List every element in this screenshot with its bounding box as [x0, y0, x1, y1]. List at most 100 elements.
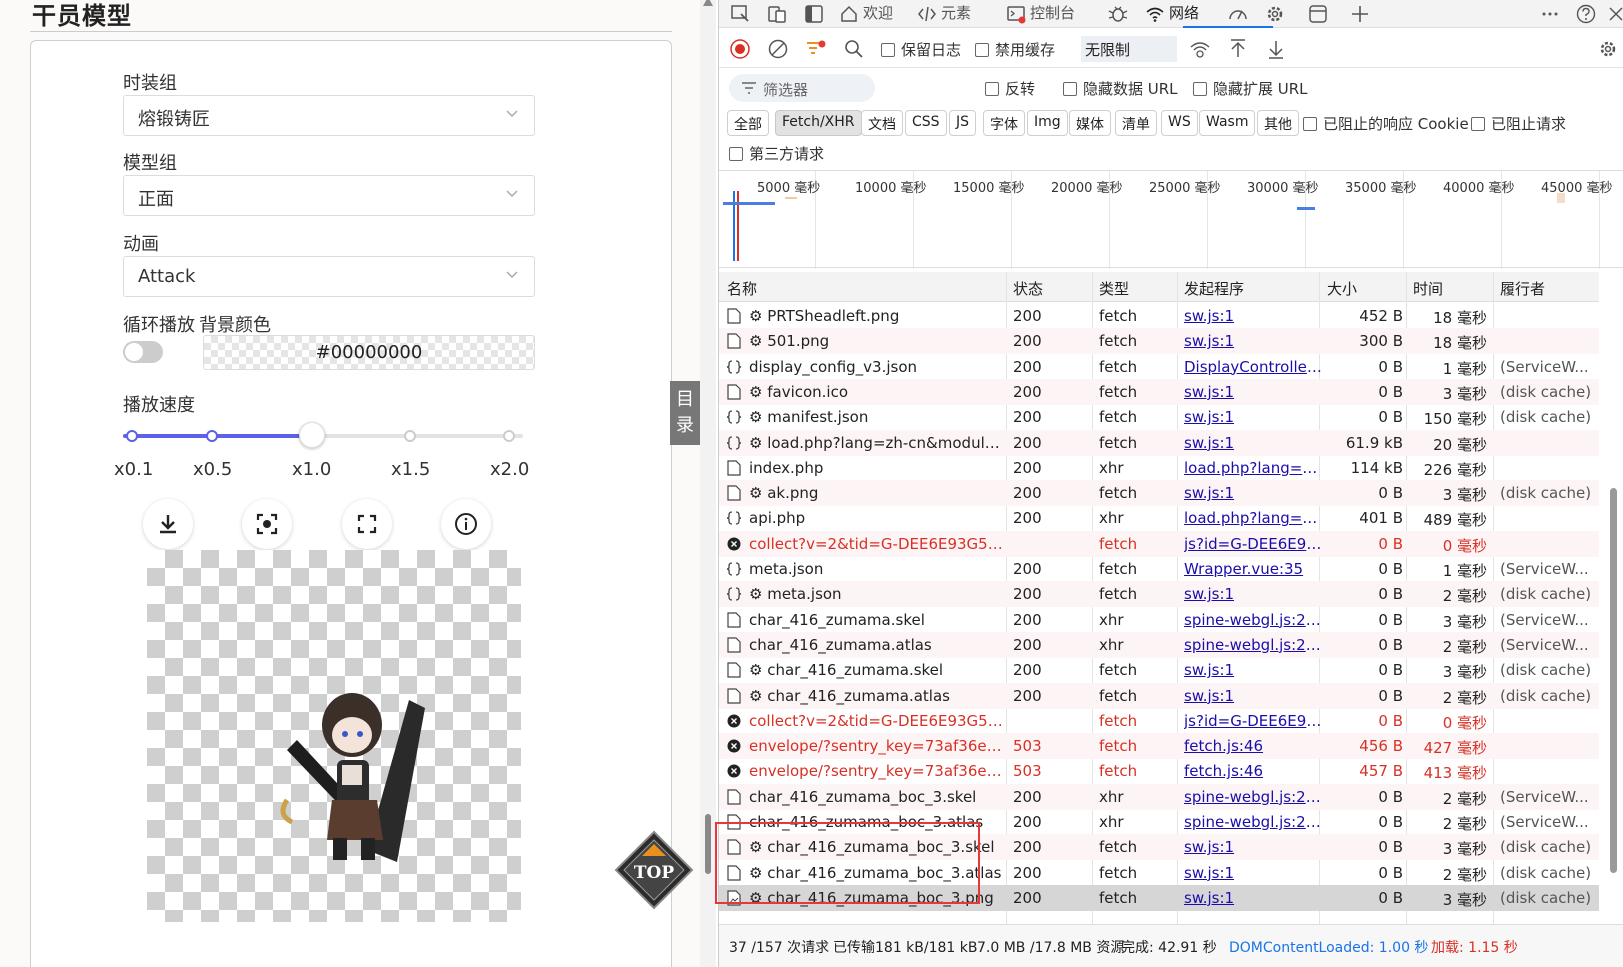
request-initiator-link[interactable]: load.php?lang=zh-cn& — [1184, 459, 1324, 477]
model-group-select[interactable]: 正面 — [123, 175, 535, 216]
blocked-cookies-checkbox[interactable]: 已阻止的响应 Cookie — [1303, 113, 1469, 134]
filter-input[interactable]: 筛选器 — [729, 74, 875, 102]
scroll-up-arrow[interactable] — [703, 0, 713, 6]
chip-ws[interactable]: WS — [1161, 110, 1198, 136]
invert-checkbox[interactable]: 反转 — [985, 78, 1035, 99]
request-initiator-link[interactable]: sw.js:1 — [1184, 332, 1324, 350]
table-scroll-thumb[interactable] — [1610, 488, 1617, 873]
table-scrollbar[interactable] — [1607, 300, 1619, 924]
outfit-select[interactable]: 熔锻铸匠 — [123, 95, 535, 136]
checkbox[interactable] — [1193, 81, 1207, 96]
timeline-overview[interactable]: 5000 毫秒 10000 毫秒 15000 毫秒 20000 毫秒 25000 毫秒 3… — [719, 170, 1623, 269]
col-time[interactable]: 时间 — [1413, 278, 1443, 299]
request-initiator-link[interactable]: fetch.js:46 — [1184, 737, 1324, 755]
checkbox[interactable] — [985, 81, 999, 96]
more-icon[interactable] — [1539, 3, 1561, 25]
request-initiator-link[interactable]: spine-webgl.js:2819 — [1184, 611, 1324, 629]
request-initiator-link[interactable]: spine-webgl.js:2802 — [1184, 813, 1324, 831]
clear-icon[interactable] — [767, 38, 789, 60]
checkbox[interactable] — [881, 42, 895, 57]
request-initiator-link[interactable]: sw.js:1 — [1184, 838, 1324, 856]
slider-stop[interactable] — [126, 430, 138, 442]
chip-media[interactable]: 媒体 — [1069, 110, 1111, 136]
network-conditions-icon[interactable] — [1189, 38, 1211, 60]
table-row[interactable]: ⚙ ak.png 200 fetch sw.js:1 0 B 3 毫秒 (disk cach… — [719, 480, 1599, 507]
request-initiator-link[interactable]: spine-webgl.js:2802 — [1184, 636, 1324, 654]
checkbox[interactable] — [1471, 116, 1485, 131]
animation-select[interactable]: Attack — [123, 256, 535, 297]
chip-all[interactable]: 全部 — [727, 110, 769, 136]
chip-doc[interactable]: 文档 — [861, 110, 903, 136]
tab-network[interactable]: 网络 — [1145, 2, 1199, 26]
device-icon[interactable] — [766, 3, 788, 25]
table-row[interactable]: ⚙ manifest.json 200 fetch sw.js:1 0 B 150 毫秒 (… — [719, 404, 1599, 430]
table-row[interactable]: index.php 200 xhr load.php?lang=zh-cn&114 k… — [719, 455, 1599, 481]
col-fulfilled-by[interactable]: 履行者 — [1500, 278, 1545, 299]
tab-elements[interactable]: 元素 — [917, 2, 971, 26]
request-initiator-link[interactable]: sw.js:1 — [1184, 434, 1324, 452]
filter-errors-icon[interactable] — [805, 38, 827, 60]
chip-img[interactable]: Img — [1027, 110, 1068, 136]
checkbox[interactable] — [729, 146, 743, 161]
chip-font[interactable]: 字体 — [983, 110, 1025, 136]
request-initiator-link[interactable]: sw.js:1 — [1184, 383, 1324, 401]
col-size[interactable]: 大小 — [1327, 278, 1357, 299]
request-initiator-link[interactable]: DisplayController.ts:1( — [1184, 358, 1324, 376]
request-initiator-link[interactable]: sw.js:1 — [1184, 661, 1324, 679]
table-row[interactable]: ⚙ PRTSheadleft.png 200 fetch sw.js:1 452 B 18… — [719, 303, 1599, 329]
sidebar-icon[interactable] — [803, 3, 825, 25]
table-row[interactable]: ⚙ 501.png 200 fetch sw.js:1 300 B 18 毫秒 — [719, 328, 1599, 355]
checkbox[interactable] — [1303, 116, 1317, 131]
chip-fetch-xhr[interactable]: Fetch/XHR — [775, 110, 862, 136]
request-initiator-link[interactable]: js?id=G-DEE6E93G5M — [1184, 535, 1324, 553]
request-initiator-link[interactable]: sw.js:1 — [1184, 484, 1324, 502]
request-initiator-link[interactable]: sw.js:1 — [1184, 307, 1324, 325]
toc-tab[interactable]: 目录 — [670, 381, 700, 445]
table-row[interactable]: ⚙ char_416_zumama.atlas 200 fetch sw.js:1 0 … — [719, 682, 1599, 709]
col-initiator[interactable]: 发起程序 — [1184, 278, 1244, 299]
third-party-checkbox[interactable]: 第三方请求 — [729, 143, 824, 164]
loop-toggle[interactable] — [123, 341, 163, 363]
request-initiator-link[interactable]: fetch.js:46 — [1184, 762, 1324, 780]
table-row[interactable]: display_config_v3.json 200 fetch DisplayCon… — [719, 354, 1599, 380]
checkbox[interactable] — [975, 42, 989, 57]
table-row[interactable]: ⚙ meta.json 200 fetch sw.js:1 0 B 2 毫秒 (disk c… — [719, 581, 1599, 608]
bg-color-input[interactable]: #00000000 — [203, 335, 535, 370]
performance-icon[interactable] — [1227, 3, 1249, 25]
table-row[interactable]: api.php 200 xhr load.php?lang=zh-cn&401 B 48… — [719, 505, 1599, 531]
preserve-log-checkbox[interactable]: 保留日志 — [881, 39, 961, 60]
col-status[interactable]: 状态 — [1013, 278, 1043, 299]
close-icon[interactable] — [1605, 3, 1623, 25]
chip-js[interactable]: JS — [949, 110, 977, 136]
col-type[interactable]: 类型 — [1099, 278, 1129, 299]
tab-console[interactable]: 控制台 — [1006, 2, 1075, 26]
request-initiator-link[interactable]: sw.js:1 — [1184, 889, 1324, 907]
chip-manifest[interactable]: 清单 — [1115, 110, 1157, 136]
bug-icon[interactable] — [1107, 3, 1129, 25]
table-row[interactable]: meta.json 200 fetch Wrapper.vue:35 0 B 1 毫秒 (S… — [719, 556, 1599, 582]
hide-ext-urls-checkbox[interactable]: 隐藏扩展 URL — [1193, 78, 1308, 99]
page-scrollbar[interactable] — [700, 0, 716, 967]
speed-slider[interactable] — [123, 422, 523, 448]
table-row[interactable]: collect?v=2&tid=G-DEE6E93G5M&gt... fetch j… — [719, 708, 1599, 734]
download-button[interactable] — [143, 499, 193, 549]
download-icon[interactable] — [1265, 38, 1287, 60]
request-initiator-link[interactable]: sw.js:1 — [1184, 687, 1324, 705]
chip-other[interactable]: 其他 — [1257, 110, 1299, 136]
table-row[interactable]: char_416_zumama.skel 200 xhr spine-webgl.js… — [719, 607, 1599, 633]
request-initiator-link[interactable]: sw.js:1 — [1184, 585, 1324, 603]
table-row[interactable]: ⚙ load.php?lang=zh-cn&modules=o... 200 fet… — [719, 429, 1599, 456]
checkbox[interactable] — [1063, 81, 1077, 96]
search-icon[interactable] — [843, 38, 865, 60]
disable-cache-checkbox[interactable]: 禁用缓存 — [975, 39, 1055, 60]
tab-welcome[interactable]: 欢迎 — [839, 2, 893, 26]
table-row[interactable]: char_416_zumama.atlas 200 xhr spine-webgl.j… — [719, 631, 1599, 658]
info-button[interactable] — [441, 499, 491, 549]
chip-wasm[interactable]: Wasm — [1199, 110, 1256, 136]
slider-stop[interactable] — [206, 430, 218, 442]
back-to-top-button[interactable]: TOP — [614, 830, 694, 910]
fullscreen-button[interactable] — [342, 499, 392, 549]
request-initiator-link[interactable]: sw.js:1 — [1184, 864, 1324, 882]
col-name[interactable]: 名称 — [727, 278, 757, 299]
throttle-select[interactable]: 无限制 — [1081, 36, 1177, 62]
